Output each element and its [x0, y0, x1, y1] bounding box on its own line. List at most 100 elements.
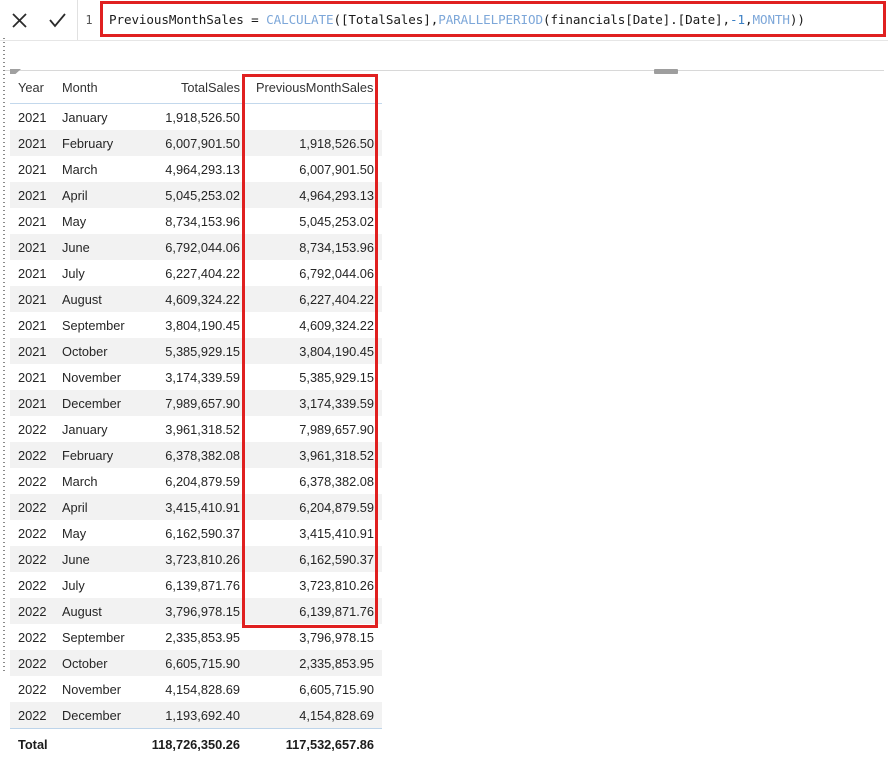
cancel-formula-button[interactable]: [4, 5, 34, 35]
column-header-year[interactable]: Year: [10, 74, 54, 104]
cell-month: September: [54, 624, 136, 650]
cell-year: 2022: [10, 546, 54, 572]
formula-token-0: PreviousMonthSales =: [109, 12, 266, 27]
total-previousmonthsales: 117,532,657.86: [248, 729, 382, 757]
pane-splitter[interactable]: [0, 69, 888, 72]
cell-totalsales: 3,723,810.26: [136, 546, 248, 572]
table-row[interactable]: 2022July6,139,871.763,723,810.26: [10, 572, 382, 598]
total-month-blank: [54, 729, 136, 757]
table-row[interactable]: 2021October5,385,929.153,804,190.45: [10, 338, 382, 364]
cell-previousmonthsales: 6,227,404.22: [248, 286, 382, 312]
cell-month: April: [54, 182, 136, 208]
cell-month: June: [54, 234, 136, 260]
formula-token-5: -1: [730, 12, 745, 27]
cell-totalsales: 1,918,526.50: [136, 104, 248, 131]
cell-month: February: [54, 130, 136, 156]
table-row[interactable]: 2022June3,723,810.266,162,590.37: [10, 546, 382, 572]
table-row[interactable]: 2021July6,227,404.226,792,044.06: [10, 260, 382, 286]
cell-totalsales: 6,605,715.90: [136, 650, 248, 676]
cell-year: 2021: [10, 156, 54, 182]
table-row[interactable]: 2021November3,174,339.595,385,929.15: [10, 364, 382, 390]
cell-month: October: [54, 650, 136, 676]
splitter-grip[interactable]: [654, 69, 678, 74]
cell-year: 2021: [10, 312, 54, 338]
cell-previousmonthsales: 1,918,526.50: [248, 130, 382, 156]
cell-year: 2022: [10, 650, 54, 676]
table-row[interactable]: 2021February6,007,901.501,918,526.50: [10, 130, 382, 156]
table-row[interactable]: 2021May8,734,153.965,045,253.02: [10, 208, 382, 234]
cell-totalsales: 6,378,382.08: [136, 442, 248, 468]
cell-totalsales: 3,415,410.91: [136, 494, 248, 520]
cell-month: June: [54, 546, 136, 572]
formula-token-3: PARALLELPERIOD: [438, 12, 543, 27]
table-row[interactable]: 2022March6,204,879.596,378,382.08: [10, 468, 382, 494]
column-header-totalsales[interactable]: TotalSales: [136, 74, 248, 104]
table-row[interactable]: 2021March4,964,293.136,007,901.50: [10, 156, 382, 182]
table-row[interactable]: 2021January1,918,526.50: [10, 104, 382, 131]
table-header-row: Year Month TotalSales PreviousMonthSales: [10, 74, 382, 104]
column-header-previousmonthsales[interactable]: PreviousMonthSales: [248, 74, 382, 104]
cell-month: March: [54, 156, 136, 182]
cell-previousmonthsales: 6,605,715.90: [248, 676, 382, 702]
cell-totalsales: 5,045,253.02: [136, 182, 248, 208]
splitter-line: [4, 70, 884, 71]
left-panel-edge: [3, 38, 5, 672]
cell-totalsales: 5,385,929.15: [136, 338, 248, 364]
cell-previousmonthsales: 4,154,828.69: [248, 702, 382, 729]
cell-totalsales: 6,139,871.76: [136, 572, 248, 598]
cell-month: August: [54, 598, 136, 624]
cell-year: 2021: [10, 364, 54, 390]
cell-previousmonthsales: [248, 104, 382, 131]
table-row[interactable]: 2021September3,804,190.454,609,324.22: [10, 312, 382, 338]
cell-year: 2021: [10, 260, 54, 286]
table-row[interactable]: 2022May6,162,590.373,415,410.91: [10, 520, 382, 546]
cell-month: August: [54, 286, 136, 312]
table-row[interactable]: 2022December1,193,692.404,154,828.69: [10, 702, 382, 729]
cell-totalsales: 3,796,978.15: [136, 598, 248, 624]
cell-previousmonthsales: 4,964,293.13: [248, 182, 382, 208]
cell-previousmonthsales: 3,804,190.45: [248, 338, 382, 364]
table-row[interactable]: 2022February6,378,382.083,961,318.52: [10, 442, 382, 468]
cell-year: 2022: [10, 624, 54, 650]
table-row[interactable]: 2022April3,415,410.916,204,879.59: [10, 494, 382, 520]
cell-totalsales: 7,989,657.90: [136, 390, 248, 416]
cell-previousmonthsales: 5,045,253.02: [248, 208, 382, 234]
cell-year: 2022: [10, 598, 54, 624]
cell-totalsales: 6,204,879.59: [136, 468, 248, 494]
commit-formula-button[interactable]: [43, 5, 73, 35]
table-row[interactable]: 2021June6,792,044.068,734,153.96: [10, 234, 382, 260]
cell-totalsales: 4,154,828.69: [136, 676, 248, 702]
cell-previousmonthsales: 7,989,657.90: [248, 416, 382, 442]
table-row[interactable]: 2022September2,335,853.953,796,978.15: [10, 624, 382, 650]
cell-previousmonthsales: 3,723,810.26: [248, 572, 382, 598]
table-row[interactable]: 2021December7,989,657.903,174,339.59: [10, 390, 382, 416]
cell-month: December: [54, 390, 136, 416]
table-row[interactable]: 2022January3,961,318.527,989,657.90: [10, 416, 382, 442]
table-row[interactable]: 2022August3,796,978.156,139,871.76: [10, 598, 382, 624]
cell-year: 2022: [10, 572, 54, 598]
table-row[interactable]: 2021April5,045,253.024,964,293.13: [10, 182, 382, 208]
cell-previousmonthsales: 5,385,929.15: [248, 364, 382, 390]
cell-year: 2021: [10, 130, 54, 156]
cell-year: 2021: [10, 286, 54, 312]
cell-year: 2022: [10, 520, 54, 546]
formula-input[interactable]: PreviousMonthSales = CALCULATE([TotalSal…: [100, 1, 886, 37]
cell-previousmonthsales: 3,174,339.59: [248, 390, 382, 416]
cell-year: 2021: [10, 390, 54, 416]
cell-month: November: [54, 676, 136, 702]
table-row[interactable]: 2021August4,609,324.226,227,404.22: [10, 286, 382, 312]
column-header-month[interactable]: Month: [54, 74, 136, 104]
table-row[interactable]: 2022November4,154,828.696,605,715.90: [10, 676, 382, 702]
cell-previousmonthsales: 6,378,382.08: [248, 468, 382, 494]
formula-token-4: (financials[Date].[Date],: [543, 12, 730, 27]
cell-year: 2021: [10, 208, 54, 234]
cell-previousmonthsales: 4,609,324.22: [248, 312, 382, 338]
cell-year: 2022: [10, 442, 54, 468]
cell-previousmonthsales: 6,162,590.37: [248, 546, 382, 572]
table-row[interactable]: 2022October6,605,715.902,335,853.95: [10, 650, 382, 676]
cell-year: 2022: [10, 494, 54, 520]
cell-month: November: [54, 364, 136, 390]
cell-year: 2021: [10, 182, 54, 208]
cell-previousmonthsales: 3,796,978.15: [248, 624, 382, 650]
checkmark-icon: [47, 11, 68, 30]
